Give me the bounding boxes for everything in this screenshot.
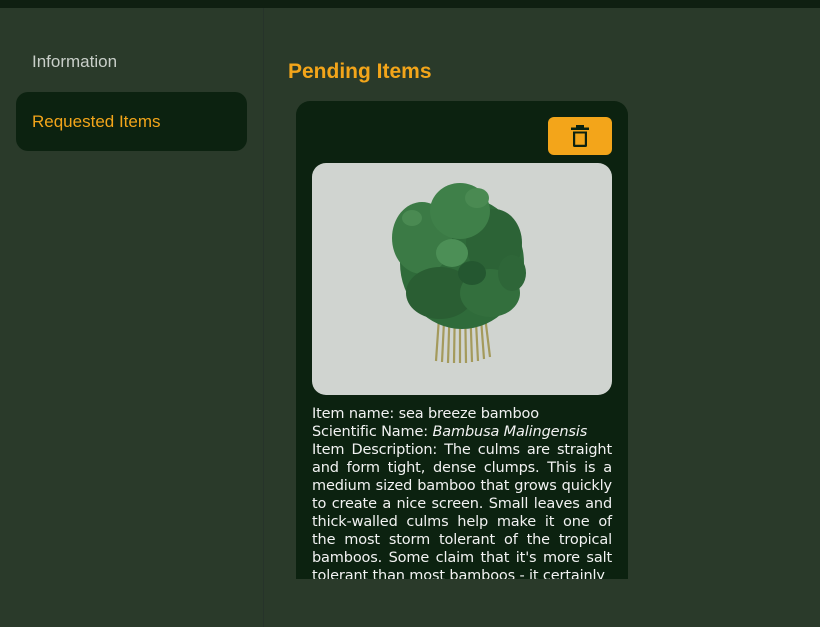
pending-item-card: Item name: sea breeze bamboo Scientific … bbox=[296, 101, 628, 579]
trash-icon bbox=[571, 125, 589, 147]
item-details: Item name: sea breeze bamboo Scientific … bbox=[312, 405, 612, 579]
scientific-name: Bambusa Malingensis bbox=[432, 424, 588, 440]
sidebar-item-label: Requested Items bbox=[32, 111, 161, 131]
bamboo-foliage bbox=[392, 183, 526, 329]
item-description-line: Item Description: The culms are straight… bbox=[312, 441, 612, 579]
item-description: The culms are straight and form tight, d… bbox=[312, 442, 612, 579]
main-content: Pending Items Item name: sea breeze bamb… bbox=[264, 8, 820, 627]
item-name: sea breeze bamboo bbox=[398, 406, 540, 422]
delete-button[interactable] bbox=[548, 117, 612, 155]
top-bar bbox=[0, 0, 820, 8]
scientific-name-line: Scientific Name: Bambusa Malingensis bbox=[312, 424, 588, 440]
sidebar-item-information[interactable]: Information bbox=[16, 32, 247, 91]
item-image bbox=[312, 163, 612, 395]
sidebar-item-requested-items[interactable]: Requested Items bbox=[16, 92, 247, 151]
page-title: Pending Items bbox=[288, 60, 432, 83]
item-name-line: Item name: sea breeze bamboo bbox=[312, 406, 540, 422]
sidebar: Information Requested Items bbox=[0, 8, 264, 627]
sidebar-item-label: Information bbox=[32, 51, 118, 71]
